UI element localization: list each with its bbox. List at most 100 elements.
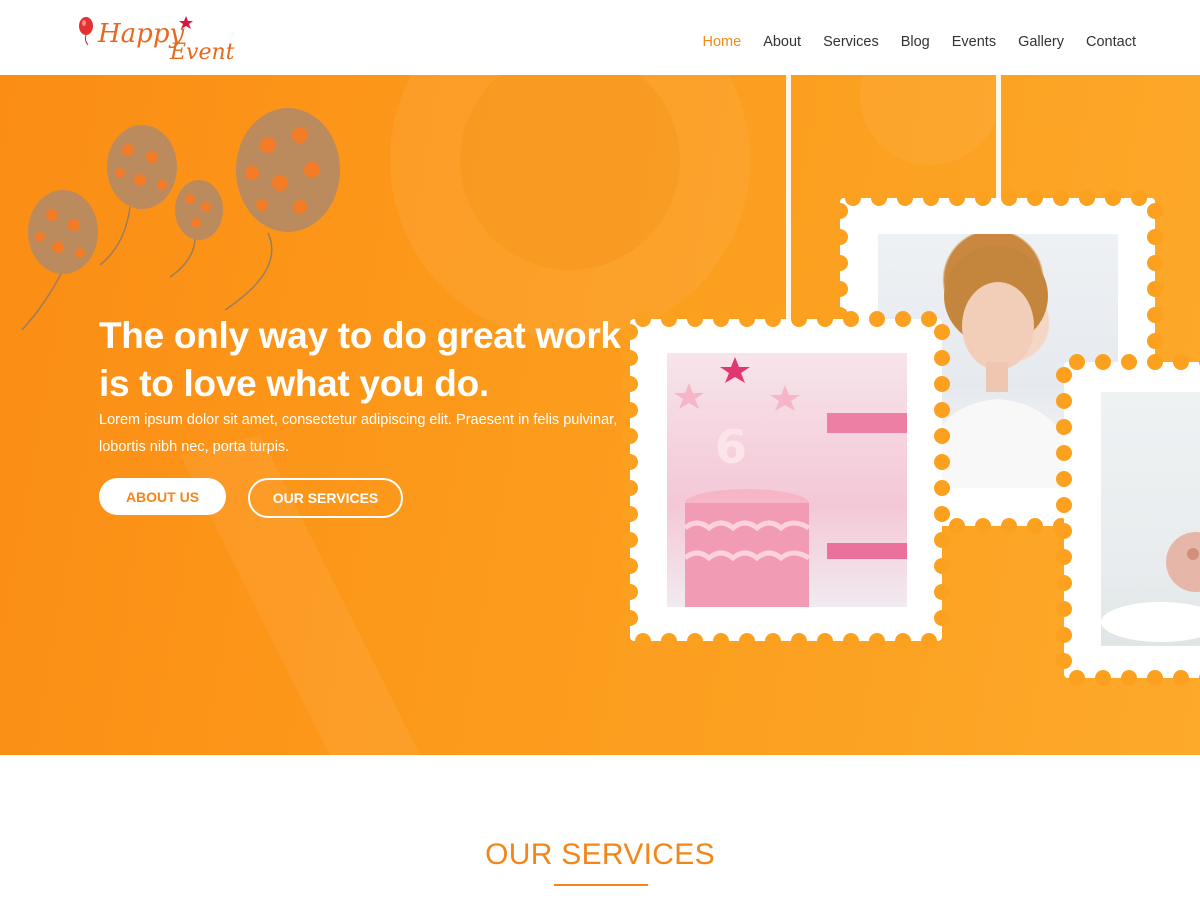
main-nav: Home About Services Blog Events Gallery … bbox=[681, 34, 1137, 50]
stamp-edge-notch bbox=[622, 532, 638, 548]
cake-photo: 6 bbox=[667, 353, 907, 607]
balloon-icon bbox=[21, 190, 98, 331]
stamp-edge-notch bbox=[1001, 190, 1017, 206]
donuts-photo bbox=[1101, 392, 1200, 646]
stamp-edge-notch bbox=[975, 518, 991, 534]
donuts-illustration bbox=[1101, 532, 1200, 642]
stamp-edge-notch bbox=[843, 311, 859, 327]
stamp-edge-notch bbox=[661, 311, 677, 327]
stamp-edge-notch bbox=[1147, 333, 1163, 349]
stamp-edge-notch bbox=[687, 311, 703, 327]
balloon-icon bbox=[224, 108, 340, 311]
nav-events[interactable]: Events bbox=[952, 34, 996, 50]
stamp-edge-notch bbox=[1105, 190, 1121, 206]
stamp-edge-notch bbox=[921, 311, 937, 327]
stamp-edge-notch bbox=[1121, 670, 1137, 686]
stamp-edge-notch bbox=[934, 402, 950, 418]
balloon-icon bbox=[169, 180, 223, 278]
stamp-edge-notch bbox=[895, 633, 911, 649]
hero-section: 6 The only way to do great work is to lo… bbox=[0, 75, 1200, 755]
stamp-edge-notch bbox=[791, 311, 807, 327]
stamp-edge-notch bbox=[934, 350, 950, 366]
stamp-edge-notch bbox=[713, 633, 729, 649]
hero-text-line2: lobortis nibh nec, porta turpis. bbox=[99, 439, 290, 455]
site-header: Happy Event Home About Services Blog Eve… bbox=[0, 0, 1200, 75]
stamp-edge-notch bbox=[832, 229, 848, 245]
nav-contact[interactable]: Contact bbox=[1086, 34, 1136, 50]
stamp-edge-notch bbox=[1173, 670, 1189, 686]
services-heading-underline bbox=[554, 884, 648, 886]
site-logo[interactable]: Happy Event bbox=[74, 12, 250, 65]
stamp-edge-notch bbox=[1001, 518, 1017, 534]
stamp-frame-donuts bbox=[1056, 354, 1200, 686]
stamp-edge-notch bbox=[1053, 190, 1069, 206]
stamp-edge-notch bbox=[934, 324, 950, 340]
stamp-edge-notch bbox=[622, 480, 638, 496]
stamp-edge-notch bbox=[1056, 393, 1072, 409]
stamp-edge-notch bbox=[622, 454, 638, 470]
services-heading: OUR SERVICES bbox=[485, 838, 715, 871]
stamp-edge-notch bbox=[869, 633, 885, 649]
nav-gallery[interactable]: Gallery bbox=[1018, 34, 1064, 50]
svg-text:6: 6 bbox=[715, 420, 747, 474]
stamp-edge-notch bbox=[1056, 497, 1072, 513]
stamp-edge-notch bbox=[975, 190, 991, 206]
stamp-edge-notch bbox=[949, 518, 965, 534]
stamp-edge-notch bbox=[1056, 575, 1072, 591]
stamp-edge-notch bbox=[934, 480, 950, 496]
stamp-edge-notch bbox=[1056, 653, 1072, 669]
cake-illustration: 6 bbox=[674, 357, 907, 607]
stamp-edge-notch bbox=[622, 584, 638, 600]
stamp-edge-notch bbox=[934, 584, 950, 600]
stamp-edge-notch bbox=[1147, 229, 1163, 245]
nav-blog[interactable]: Blog bbox=[901, 34, 930, 50]
stamp-edge-notch bbox=[1056, 601, 1072, 617]
stamp-edge-notch bbox=[949, 190, 965, 206]
stamp-edge-notch bbox=[687, 633, 703, 649]
stamp-edge-notch bbox=[1131, 190, 1147, 206]
stamp-edge-notch bbox=[1056, 627, 1072, 643]
hero-title: The only way to do great work is to love… bbox=[99, 312, 639, 408]
about-us-button[interactable]: ABOUT US bbox=[99, 478, 226, 515]
our-services-button[interactable]: OUR SERVICES bbox=[248, 478, 403, 518]
stamp-edge-notch bbox=[1056, 523, 1072, 539]
stamp-edge-notch bbox=[869, 311, 885, 327]
stamp-edge-notch bbox=[1027, 518, 1043, 534]
hero-title-line2: is to love what you do. bbox=[99, 363, 489, 404]
stamp-edge-notch bbox=[832, 255, 848, 271]
stamp-edge-notch bbox=[1079, 190, 1095, 206]
nav-about[interactable]: About bbox=[763, 34, 801, 50]
stamp-edge-notch bbox=[934, 610, 950, 626]
stamp-edge-notch bbox=[1056, 549, 1072, 565]
stamp-frame-cake: 6 bbox=[622, 311, 950, 649]
nav-services[interactable]: Services bbox=[823, 34, 879, 50]
stamp-edge-notch bbox=[832, 281, 848, 297]
stamp-edge-notch bbox=[791, 633, 807, 649]
stamp-edge-notch bbox=[1147, 255, 1163, 271]
stamp-edge-notch bbox=[1147, 203, 1163, 219]
nav-home[interactable]: Home bbox=[703, 34, 742, 50]
stamp-edge-notch bbox=[845, 190, 861, 206]
stamp-edge-notch bbox=[622, 558, 638, 574]
stamp-edge-notch bbox=[765, 311, 781, 327]
stamp-edge-notch bbox=[1069, 670, 1085, 686]
stamp-edge-notch bbox=[817, 311, 833, 327]
stamp-edge-notch bbox=[1147, 354, 1163, 370]
hero-title-line1: The only way to do great work bbox=[99, 315, 621, 356]
stamp-edge-notch bbox=[1095, 354, 1111, 370]
balloon-icon bbox=[99, 125, 177, 266]
stamp-edge-notch bbox=[934, 532, 950, 548]
stamp-edge-notch bbox=[739, 311, 755, 327]
stamp-edge-notch bbox=[713, 311, 729, 327]
stamp-edge-notch bbox=[934, 558, 950, 574]
stamp-edge-notch bbox=[1027, 190, 1043, 206]
svg-text:Event: Event bbox=[169, 40, 235, 64]
stamp-edge-notch bbox=[622, 506, 638, 522]
stamp-edge-notch bbox=[1056, 367, 1072, 383]
balloon-star-logo-icon: Happy Event bbox=[79, 16, 235, 65]
stamp-edge-notch bbox=[739, 633, 755, 649]
stamp-edge-notch bbox=[1147, 281, 1163, 297]
stamp-edge-notch bbox=[934, 376, 950, 392]
stamp-edge-notch bbox=[934, 506, 950, 522]
stamp-edge-notch bbox=[817, 633, 833, 649]
